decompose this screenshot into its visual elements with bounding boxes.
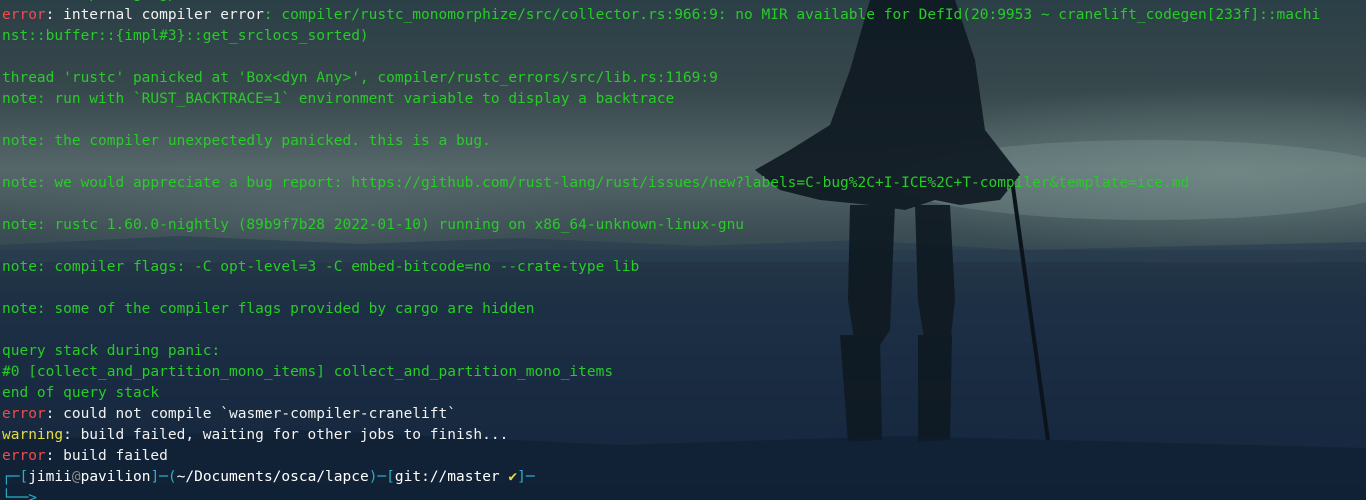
shell-prompt: ┌─[jimii@pavilion]─(~/Documents/osca/lap… [2, 467, 1320, 488]
terminal-output: Compiling wgpu-coreerror: internal compi… [2, 0, 1320, 500]
prompt-git-branch: git://master [394, 469, 500, 485]
output-text: note: we would appreciate a bug report: … [2, 175, 1190, 191]
output-text: thread 'rustc' panicked at 'Box<dyn Any>… [2, 70, 718, 86]
error-label: error [2, 406, 46, 422]
prompt-bracket: ┌─[ [2, 469, 29, 485]
command-input-line[interactable]: └──> [2, 488, 1320, 500]
output-line: note: we would appreciate a bug report: … [2, 173, 1320, 194]
output-text: note: the compiler unexpectedly panicked… [2, 133, 491, 149]
prompt-username: jimii [28, 469, 72, 485]
error-label: error [2, 448, 46, 464]
prompt-bracket: )─[ [368, 469, 395, 485]
output-line: note: the compiler unexpectedly panicked… [2, 131, 1320, 152]
output-line: note: run with `RUST_BACKTRACE=1` enviro… [2, 89, 1320, 110]
output-line: #0 [collect_and_partition_mono_items] co… [2, 362, 1320, 383]
prompt-working-directory: ~/Documents/osca/lapce [176, 469, 369, 485]
output-text: end of query stack [2, 385, 160, 401]
output-line: end of query stack [2, 383, 1320, 404]
output-text: : build failed, waiting for other jobs t… [63, 427, 509, 443]
output-text: query stack during panic: [2, 343, 221, 359]
output-text: Compiling wgpu-core [2, 0, 229, 2]
prompt-bracket: ]─( [150, 469, 177, 485]
output-text: note: some of the compiler flags provide… [2, 301, 535, 317]
output-text: : could not compile `wasmer-compiler-cra… [45, 406, 456, 422]
output-text: note: compiler flags: -C opt-level=3 -C … [2, 259, 640, 275]
output-line: thread 'rustc' panicked at 'Box<dyn Any>… [2, 68, 1320, 89]
output-line: error: internal compiler error: compiler… [2, 5, 1320, 26]
output-line: error: build failed [2, 446, 1320, 467]
output-line: note: compiler flags: -C opt-level=3 -C … [2, 257, 1320, 278]
output-text: note: run with `RUST_BACKTRACE=1` enviro… [2, 91, 675, 107]
output-text: #0 [collect_and_partition_mono_items] co… [2, 364, 614, 380]
output-line: query stack during panic: [2, 341, 1320, 362]
output-line: warning: build failed, waiting for other… [2, 425, 1320, 446]
output-line: note: some of the compiler flags provide… [2, 299, 1320, 320]
output-line: nst::buffer::{impl#3}::get_srclocs_sorte… [2, 26, 1320, 47]
prompt-at-sign: @ [71, 469, 81, 485]
output-text: : build failed [45, 448, 168, 464]
prompt-hostname: pavilion [80, 469, 151, 485]
prompt-bracket: ]─ [517, 469, 535, 485]
git-status-check-icon: ✔ [499, 469, 518, 485]
output-text: nst::buffer::{impl#3}::get_srclocs_sorte… [2, 28, 369, 44]
output-text: : compiler/rustc_monomorphize/src/collec… [263, 7, 1321, 23]
output-text: : internal compiler error [45, 7, 264, 23]
output-line: note: rustc 1.60.0-nightly (89b9f7b28 20… [2, 215, 1320, 236]
output-line: error: could not compile `wasmer-compile… [2, 404, 1320, 425]
warning-label: warning [2, 427, 64, 443]
output-text: note: rustc 1.60.0-nightly (89b9f7b28 20… [2, 217, 745, 233]
terminal-window[interactable]: Compiling wgpu-coreerror: internal compi… [0, 0, 1366, 500]
error-label: error [2, 7, 46, 23]
